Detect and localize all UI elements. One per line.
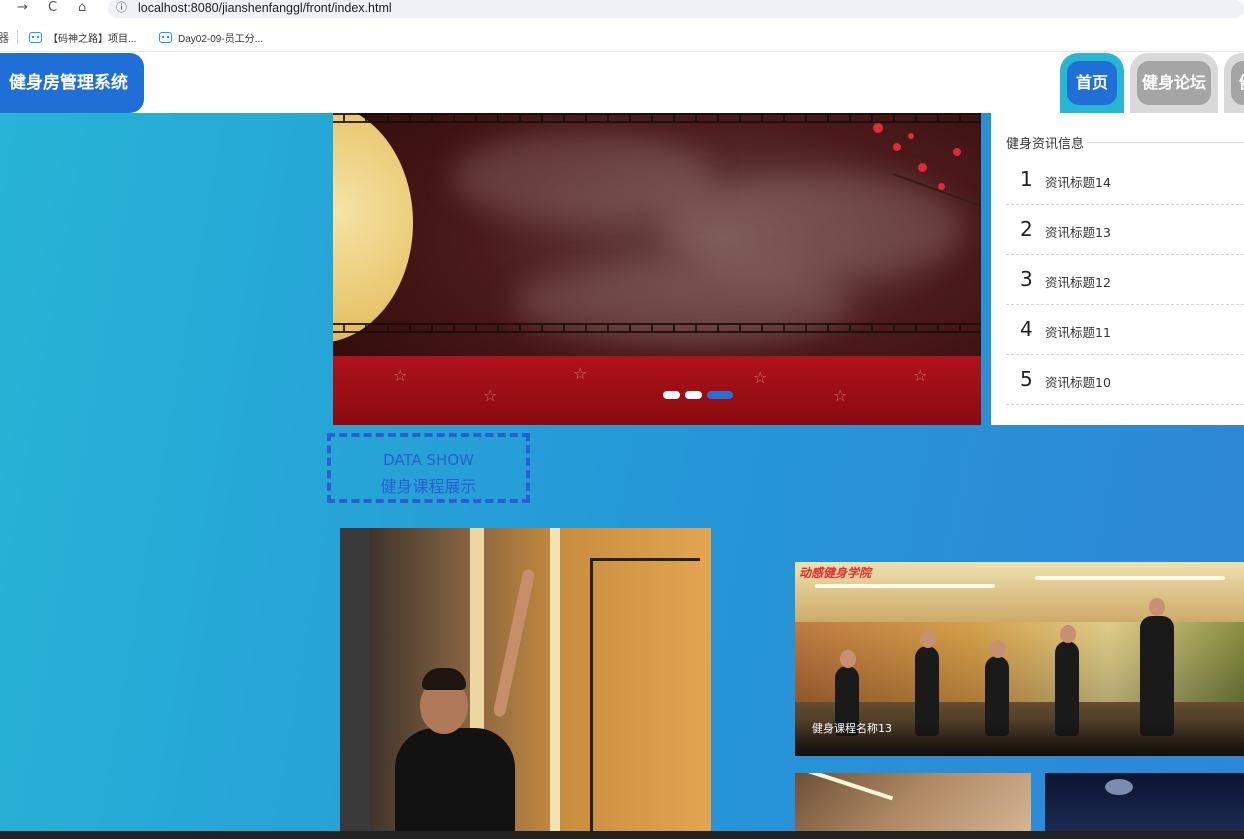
bookmarks-bar: 器 【码神之路】项目... Day02-09-员工分... xyxy=(0,22,1244,52)
trainer-arm xyxy=(492,568,536,718)
nav-tab-more[interactable]: 健 xyxy=(1224,53,1244,113)
news-index: 5 xyxy=(1020,367,1033,391)
back-icon[interactable]: → xyxy=(17,0,28,16)
ceiling-light xyxy=(815,584,995,588)
bookmark-item[interactable]: Day02-09-员工分... xyxy=(159,28,263,46)
browser-toolbar: → C ⌂ ⓘ localhost:8080/jianshenfanggl/fr… xyxy=(0,0,1244,20)
news-item[interactable]: 1 资讯标题14 xyxy=(1006,155,1244,205)
course-card-featured[interactable] xyxy=(340,528,711,831)
news-index: 2 xyxy=(1020,217,1033,241)
nav-tab-forum[interactable]: 健身论坛 xyxy=(1130,53,1218,113)
bilibili-icon xyxy=(159,31,172,43)
section-heading-en: DATA SHOW xyxy=(383,451,474,469)
course-name[interactable]: 健身课程名称13 xyxy=(812,720,892,736)
dancer-head xyxy=(1060,625,1076,643)
site-info-icon[interactable]: ⓘ xyxy=(116,0,127,16)
dancer-shape xyxy=(1140,616,1174,736)
reload-icon[interactable]: C xyxy=(48,0,57,16)
news-title-link[interactable]: 资讯标题11 xyxy=(1045,322,1111,341)
bookmark-label: Day02-09-员工分... xyxy=(178,33,264,45)
trainer-body xyxy=(395,728,515,831)
dancer-head xyxy=(840,650,856,668)
heading-divider xyxy=(1087,142,1244,143)
news-title-link[interactable]: 资讯标题12 xyxy=(1045,272,1111,291)
moon-image xyxy=(333,113,413,343)
treadmill-shape xyxy=(590,558,700,831)
section-heading-cn: 健身课程展示 xyxy=(380,477,477,496)
news-heading: 健身资讯信息 xyxy=(1006,137,1085,152)
news-item[interactable]: 3 资讯标题12 xyxy=(1006,255,1244,305)
nav-tab-label: 健 xyxy=(1231,61,1244,105)
news-item[interactable]: 2 资讯标题13 xyxy=(1006,205,1244,255)
blossom-shape xyxy=(938,183,945,190)
card-brand-logo: 动感健身学院 xyxy=(799,566,872,580)
news-index: 1 xyxy=(1020,167,1033,191)
blossom-shape xyxy=(918,163,927,172)
ceiling-light xyxy=(1035,576,1225,580)
star-shape: ☆ xyxy=(393,366,408,385)
address-bar[interactable]: ⓘ localhost:8080/jianshenfanggl/front/in… xyxy=(108,0,1244,18)
news-index: 3 xyxy=(1020,267,1033,291)
blossom-shape xyxy=(908,133,914,139)
news-item[interactable]: 5 资讯标题10 xyxy=(1006,355,1244,405)
news-item[interactable]: 4 资讯标题11 xyxy=(1006,305,1244,355)
star-shape: ☆ xyxy=(573,364,588,383)
lattice-border xyxy=(333,323,981,333)
nav-tab-home[interactable]: 首页 xyxy=(1060,53,1124,113)
blossom-shape xyxy=(873,123,883,133)
url-text[interactable]: localhost:8080/jianshenfanggl/front/inde… xyxy=(138,0,392,16)
home-icon[interactable]: ⌂ xyxy=(78,0,86,16)
section-heading-box: DATA SHOW 健身课程展示 xyxy=(327,433,530,503)
nav-tab-label: 健身论坛 xyxy=(1137,61,1211,105)
news-title-link[interactable]: 资讯标题13 xyxy=(1045,222,1111,241)
bilibili-icon xyxy=(29,31,42,43)
blossom-shape xyxy=(893,143,901,151)
carousel-dot-active[interactable] xyxy=(707,391,733,399)
news-title-link[interactable]: 资讯标题14 xyxy=(1045,172,1111,191)
star-shape: ☆ xyxy=(913,366,928,385)
carousel-dot[interactable] xyxy=(663,391,680,399)
course-card[interactable]: 动感健身学院 健身课程名称13 xyxy=(795,562,1244,756)
star-shape: ☆ xyxy=(483,386,498,405)
mirror-wall xyxy=(795,622,1244,702)
banner-carousel[interactable]: ☆ ☆ ☆ ☆ ☆ ☆ xyxy=(333,113,981,425)
course-card-thumbnail[interactable] xyxy=(795,773,1031,831)
star-shape: ☆ xyxy=(833,386,848,405)
apps-icon[interactable]: 器 xyxy=(0,29,9,46)
dancer-head xyxy=(920,630,936,648)
main-content: ☆ ☆ ☆ ☆ ☆ ☆ 健身资讯信息 1 资讯标题14 2 资讯标题13 3 资… xyxy=(0,113,1244,831)
nav-tab-label: 首页 xyxy=(1067,61,1117,105)
carousel-dot[interactable] xyxy=(685,391,702,399)
pillar-shape xyxy=(340,528,370,831)
news-panel: 健身资讯信息 1 资讯标题14 2 资讯标题13 3 资讯标题12 4 资讯标题… xyxy=(991,113,1244,425)
trainer-hair xyxy=(422,668,466,690)
red-stage-floor: ☆ ☆ ☆ ☆ ☆ ☆ xyxy=(333,356,981,425)
light-streak xyxy=(796,773,894,801)
site-title[interactable]: 健身房管理系统 xyxy=(0,53,144,113)
pillar-shape xyxy=(550,528,560,831)
star-shape: ☆ xyxy=(753,368,768,387)
dancer-head xyxy=(1149,598,1165,616)
bookmark-label: 【码神之路】项目... xyxy=(48,33,137,45)
bookmarks-divider xyxy=(17,30,18,44)
blossom-shape xyxy=(953,148,961,156)
taskbar-strip xyxy=(0,831,1244,839)
news-index: 4 xyxy=(1020,317,1033,341)
lamp-shape xyxy=(1105,779,1133,795)
bookmark-item[interactable]: 【码神之路】项目... xyxy=(29,28,136,46)
site-header: 健身房管理系统 首页 健身论坛 健 xyxy=(0,53,1244,113)
carousel-indicators xyxy=(663,391,733,399)
course-card-thumbnail[interactable] xyxy=(1045,773,1244,831)
lattice-border xyxy=(333,113,981,123)
news-title-link[interactable]: 资讯标题10 xyxy=(1045,372,1111,391)
dancer-head xyxy=(990,640,1006,658)
